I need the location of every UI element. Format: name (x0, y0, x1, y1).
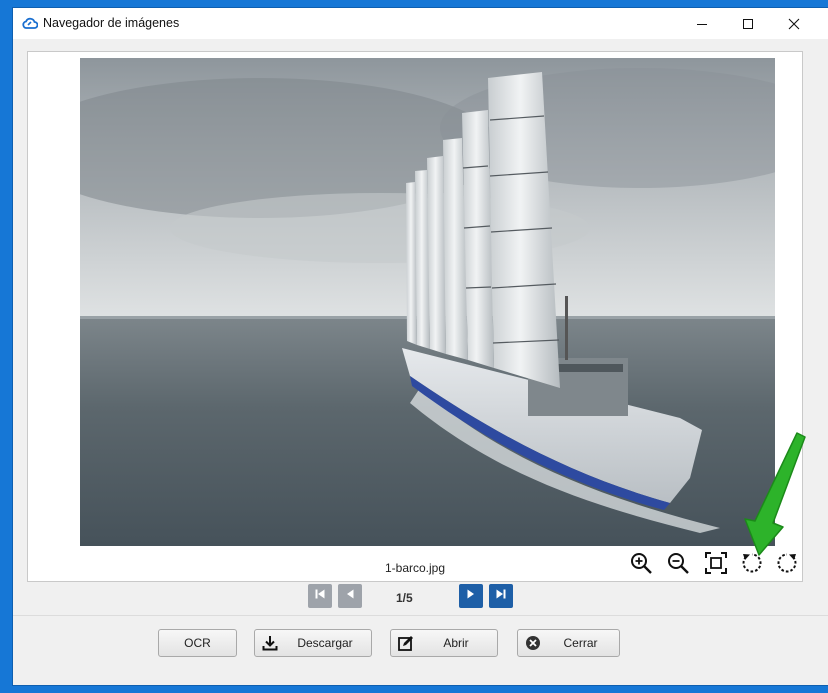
fit-screen-icon (704, 551, 728, 580)
edit-icon (397, 634, 415, 652)
window-title: Navegador de imágenes (43, 16, 180, 30)
zoom-in-button[interactable] (627, 551, 655, 579)
last-page-button[interactable] (489, 584, 513, 608)
maximize-icon (742, 18, 754, 30)
zoom-out-button[interactable] (664, 551, 692, 579)
minimize-button[interactable] (679, 8, 725, 39)
minimize-icon (696, 18, 708, 30)
page-indicator: 1/5 (396, 591, 413, 605)
ship-photo (80, 58, 775, 546)
cancel-icon (524, 634, 542, 652)
ocr-button[interactable]: OCR (158, 629, 237, 657)
previous-page-button[interactable] (338, 584, 362, 608)
image-browser-window: Navegador de imágenes 1-barco.jpg 1/5 OC… (13, 8, 828, 685)
zoom-out-icon (666, 551, 690, 580)
download-button-label: Descargar (297, 636, 353, 650)
last-page-icon (495, 587, 507, 605)
next-page-button[interactable] (459, 584, 483, 608)
cloud-icon (22, 16, 39, 30)
zoom-in-icon (629, 551, 653, 580)
close-button[interactable]: Cerrar (517, 629, 620, 657)
title-bar: Navegador de imágenes (13, 8, 828, 39)
open-button[interactable]: Abrir (390, 629, 498, 657)
download-button[interactable]: Descargar (254, 629, 372, 657)
close-window-button[interactable] (771, 8, 817, 39)
ocr-button-label: OCR (184, 636, 211, 650)
previous-page-icon (344, 587, 356, 605)
open-button-label: Abrir (443, 636, 469, 650)
first-page-button[interactable] (308, 584, 332, 608)
pointer-arrow-icon (744, 432, 806, 556)
fit-screen-button[interactable] (702, 551, 730, 579)
first-page-icon (314, 587, 326, 605)
maximize-button[interactable] (725, 8, 771, 39)
image-viewer: 1-barco.jpg (27, 51, 806, 582)
close-button-label: Cerrar (563, 636, 598, 650)
download-icon (261, 634, 279, 652)
next-page-icon (465, 587, 477, 605)
footer-divider (13, 615, 828, 616)
close-icon (788, 18, 800, 30)
